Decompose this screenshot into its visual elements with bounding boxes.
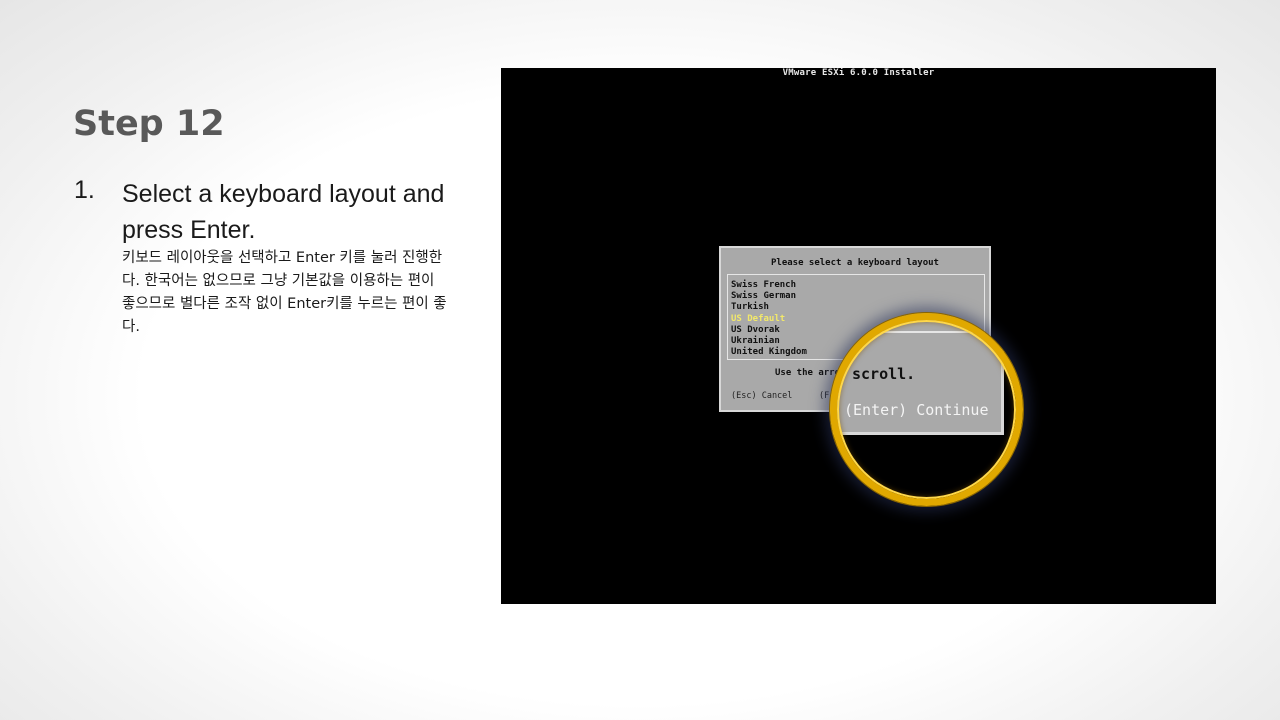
installer-title: VMware ESXi 6.0.0 Installer [782, 68, 935, 78]
step-number: 1. [74, 176, 95, 204]
magnified-list-border [830, 313, 986, 333]
magnifier-content: scroll. (Enter) Continue [830, 313, 1023, 506]
slide-title: Step 12 [73, 104, 225, 144]
layout-option-swiss-french[interactable]: Swiss French [731, 280, 984, 291]
magnifier-lens: scroll. (Enter) Continue [830, 313, 1023, 506]
dialog-title: Please select a keyboard layout [771, 258, 939, 268]
step-note-korean: 키보드 레이아웃을 선택하고 Enter 키를 눌러 진행한다. 한국어는 없으… [122, 250, 447, 335]
layout-option-turkish[interactable]: Turkish [731, 302, 984, 313]
other-action-partial[interactable]: (F [819, 391, 829, 401]
cancel-action[interactable]: (Esc) Cancel [731, 391, 792, 401]
magnified-hint: scroll. [852, 365, 916, 383]
installer-screenshot: VMware ESXi 6.0.0 Installer Please selec… [501, 68, 1216, 604]
layout-option-swiss-german[interactable]: Swiss German [731, 291, 984, 302]
continue-action[interactable]: (Enter) Continue [844, 401, 989, 419]
step-instruction: Select a keyboard layout and press Enter… [122, 180, 445, 244]
